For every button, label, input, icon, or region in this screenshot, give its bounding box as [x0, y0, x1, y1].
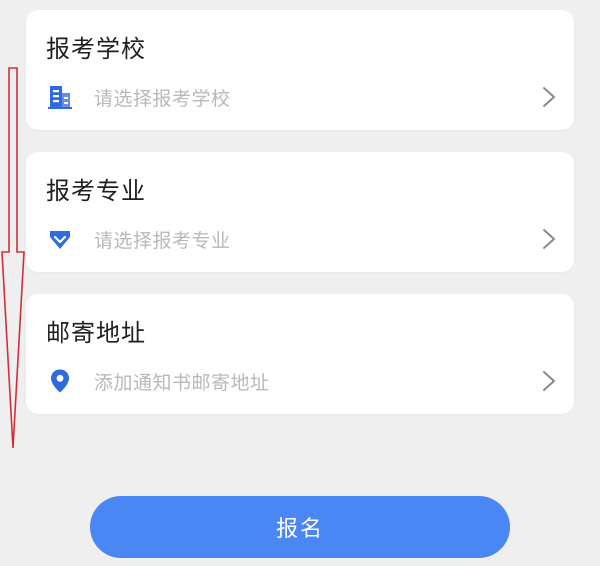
- address-title: 邮寄地址: [46, 319, 146, 347]
- school-selector-card[interactable]: 报考学校 请选择报考学校: [26, 10, 574, 130]
- school-placeholder: 请选择报考学校: [94, 87, 231, 110]
- major-placeholder: 请选择报考专业: [94, 229, 231, 252]
- school-select-row[interactable]: 请选择报考学校: [46, 82, 558, 112]
- register-button[interactable]: 报名: [90, 496, 510, 558]
- chevron-right-icon: [540, 85, 558, 109]
- address-placeholder: 添加通知书邮寄地址: [94, 371, 270, 394]
- chevron-right-icon: [540, 369, 558, 393]
- diamond-icon: [46, 225, 74, 253]
- school-title: 报考学校: [46, 35, 146, 63]
- major-select-row[interactable]: 请选择报考专业: [46, 224, 558, 254]
- major-title: 报考专业: [46, 177, 146, 205]
- address-select-row[interactable]: 添加通知书邮寄地址: [46, 366, 558, 396]
- address-selector-card[interactable]: 邮寄地址 添加通知书邮寄地址: [26, 294, 574, 414]
- chevron-right-icon: [540, 227, 558, 251]
- major-selector-card[interactable]: 报考专业 请选择报考专业: [26, 152, 574, 272]
- scroll-down-annotation-arrow: [1, 67, 25, 449]
- building-icon: [46, 83, 74, 111]
- location-pin-icon: [46, 367, 74, 395]
